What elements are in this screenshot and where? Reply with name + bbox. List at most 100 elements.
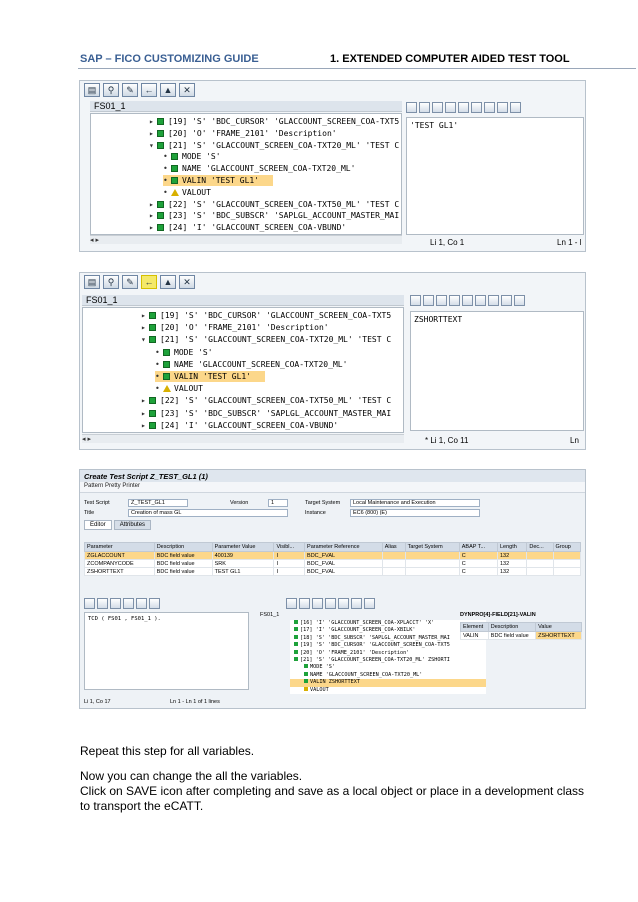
tree-row[interactable]: ▸ [20] 'O' 'FRAME_2101' 'Description' [149,128,337,139]
title-field[interactable]: Creation of mass GL [128,509,288,517]
tree-row[interactable]: ▸ [22] 'S' 'GLACCOUNT_SCREEN_COA-TXT50_ML… [141,395,391,406]
target-system-field[interactable]: Local Maintenance and Execution [350,499,480,507]
instance-field[interactable]: EC6 (800) (E) [350,509,480,517]
tree-row[interactable]: • VALIN 'TEST GL1' [163,175,273,186]
close-icon[interactable] [364,598,375,609]
paste-icon[interactable] [436,295,447,306]
tree-row[interactable]: MODE 'S' [290,664,486,671]
column-header[interactable]: Dec... [526,542,554,552]
prev-icon[interactable] [299,598,310,609]
column-header[interactable]: Length [496,542,528,552]
undo-icon[interactable] [445,102,456,113]
table-row[interactable]: ZGLACCOUNT BDC field value 400139 I BDC_FVAL… [84,551,582,560]
display-icon[interactable]: ▤ [84,275,100,289]
back-arrow-icon[interactable]: ← [141,83,157,97]
tree-row[interactable]: ▾ [21] 'S' 'GLACCOUNT_SCREEN_COA-TXT20_ML… [149,140,399,151]
collapsed-arrow-icon[interactable]: ▸ [149,210,157,221]
tree-row[interactable]: ▸ [20] 'O' 'FRAME_2101' 'Description' [141,322,329,333]
column-header[interactable]: ABAP T... [458,542,498,552]
tree-row[interactable]: [16] 'I' 'GLACCOUNT_SCREEN_COA-XPLACCT' … [290,620,486,627]
find-icon[interactable]: ⚲ [103,275,119,289]
edit-icon[interactable]: ✎ [122,83,138,97]
tree-row[interactable]: ▸ [24] 'I' 'GLACCOUNT_SCREEN_COA-VBUND' [141,420,338,431]
tree-row[interactable]: • MODE 'S' [155,347,403,358]
collapsed-arrow-icon[interactable]: ▸ [149,199,157,210]
copy-icon[interactable] [419,102,430,113]
copy-icon[interactable] [423,295,434,306]
column-header[interactable]: Parameter [84,542,155,552]
tree-row[interactable]: [21] 'S' 'GLACCOUNT_SCREEN_COA-TXT20_ML'… [290,656,486,664]
dyn-value[interactable]: ZSHORTTEXT [535,631,582,640]
find-icon[interactable] [136,598,147,609]
cut-icon[interactable] [410,295,421,306]
value-editor[interactable]: 'TEST GL1' [406,117,584,235]
tree-row[interactable]: • VALOUT [163,187,401,198]
tree-row[interactable]: ▸ [24] 'I' 'GLACCOUNT_SCREEN_COA-VBUND' [149,222,346,233]
value-editor[interactable]: ZSHORTTEXT [410,311,584,431]
tree-row[interactable]: • NAME 'GLACCOUNT_SCREEN_COA-TXT20_ML' [163,163,401,174]
find-icon[interactable]: ⚲ [103,83,119,97]
redo-icon[interactable] [462,295,473,306]
tree-row[interactable]: VALIN ZSHORTTEXT [290,679,486,687]
tree-row[interactable]: ▾ [21] 'S' 'GLACCOUNT_SCREEN_COA-TXT20_ML… [141,334,391,345]
tree-row[interactable]: ▸ [22] 'S' 'GLACCOUNT_SCREEN_COA-TXT50_ML… [149,199,399,210]
redo-icon[interactable] [458,102,469,113]
test-script-field[interactable]: Z_TEST_GL1 [128,499,188,507]
tree-row[interactable]: ▸ [23] 'S' 'BDC_SUBSCR' 'SAPLGL_ACCOUNT_M… [149,210,399,221]
column-header[interactable]: Parameter Value [211,542,275,552]
tree-row[interactable]: [18] 'S' 'BDC_SUBSCR' 'SAPLGL_ACCOUNT_MA… [290,634,486,642]
tree-row[interactable]: ▸ [23] 'S' 'BDC_SUBSCR' 'SAPLGL_ACCOUNT_M… [141,408,391,419]
command-editor[interactable]: TCD ( FS01 , FS01_1 ). [84,612,249,690]
close-icon[interactable]: ✕ [179,275,195,289]
command-tree[interactable]: ▸ [19] 'S' 'BDC_CURSOR' 'GLACCOUNT_SCREEN… [82,307,404,433]
find-icon[interactable] [325,598,336,609]
copy-icon[interactable] [97,598,108,609]
expand-icon[interactable]: ▲ [160,275,176,289]
tree-row[interactable]: • NAME 'GLACCOUNT_SCREEN_COA-TXT20_ML' [155,359,403,370]
column-header[interactable]: Parameter Reference [304,542,383,552]
next-icon[interactable] [312,598,323,609]
edit-icon[interactable] [338,598,349,609]
mini-command-tree[interactable]: [16] 'I' 'GLACCOUNT_SCREEN_COA-XPLACCT' … [290,620,486,694]
edit-icon[interactable]: ✎ [122,275,138,289]
display-icon[interactable]: ▤ [84,83,100,97]
tree-row[interactable]: • MODE 'S' [163,151,401,162]
replace-icon[interactable] [488,295,499,306]
undo-icon[interactable] [123,598,134,609]
cut-icon[interactable] [84,598,95,609]
undo-icon[interactable] [449,295,460,306]
tree-row[interactable]: • VALIN 'TEST GL1' [155,371,265,382]
find-icon[interactable] [471,102,482,113]
upload-icon[interactable] [497,102,508,113]
close-icon[interactable]: ✕ [179,83,195,97]
tree-row[interactable]: [19] 'S' 'BDC_CURSOR' 'GLACCOUNT_SCREEN_… [290,642,486,649]
back-arrow-icon[interactable]: ← [141,275,157,289]
tree-row[interactable]: NAME 'GLACCOUNT_SCREEN_COA-TXT20_ML' [290,671,486,679]
upload-icon[interactable] [501,295,512,306]
collapsed-arrow-icon[interactable]: ▸ [141,420,149,431]
toolbar-labels[interactable]: Pattern Pretty Printer [84,483,140,489]
upload-icon[interactable] [149,598,160,609]
tab-editor[interactable]: Editor [84,520,112,530]
download-icon[interactable] [514,295,525,306]
command-tree[interactable]: ▸ [19] 'S' 'BDC_CURSOR' 'GLACCOUNT_SCREEN… [90,113,402,235]
collapsed-arrow-icon[interactable]: ▸ [141,395,149,406]
collapsed-arrow-icon[interactable]: ▸ [149,116,157,127]
expand-icon[interactable]: ▲ [160,83,176,97]
horizontal-scrollbar[interactable]: ◂ ▸ [82,434,404,443]
collapsed-arrow-icon[interactable]: ▸ [149,128,157,139]
collapsed-arrow-icon[interactable]: ▸ [141,322,149,333]
cut-icon[interactable] [406,102,417,113]
column-header[interactable]: Alias [381,542,406,552]
paste-icon[interactable] [432,102,443,113]
expanded-arrow-icon[interactable]: ▾ [149,140,157,151]
back-arrow-icon[interactable] [351,598,362,609]
tree-row[interactable]: [17] 'I' 'GLACCOUNT_SCREEN_COA-XBILK' [290,627,486,634]
tree-row[interactable]: • VALOUT [155,383,403,394]
paste-icon[interactable] [110,598,121,609]
horizontal-scrollbar[interactable]: ◂ ▸ [90,235,402,244]
collapsed-arrow-icon[interactable]: ▸ [149,222,157,233]
replace-icon[interactable] [484,102,495,113]
version-field[interactable]: 1 [268,499,288,507]
table-row[interactable]: ZCOMPANYCODE BDC field value SRK I BDC_FVAL C… [84,559,582,568]
